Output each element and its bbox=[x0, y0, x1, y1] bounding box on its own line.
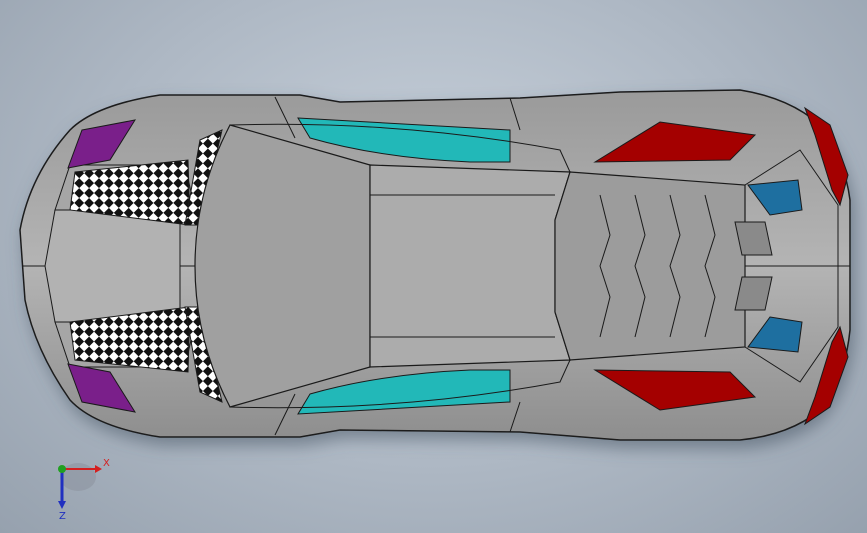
y-axis-dot bbox=[58, 465, 66, 473]
car-model[interactable] bbox=[0, 0, 867, 533]
nose-panel bbox=[44, 209, 181, 323]
engine-cover bbox=[554, 171, 746, 361]
coordinate-triad: X Z bbox=[58, 458, 110, 522]
x-axis-label: X bbox=[103, 458, 110, 469]
z-axis-arrow bbox=[58, 501, 66, 509]
rear-vent-top bbox=[734, 221, 773, 256]
cabin-roof bbox=[194, 124, 371, 408]
graphics-viewport[interactable]: X Z bbox=[0, 0, 867, 533]
rear-vent-bottom bbox=[734, 276, 773, 311]
x-axis-arrow bbox=[95, 465, 102, 473]
z-axis-label: Z bbox=[59, 511, 66, 522]
